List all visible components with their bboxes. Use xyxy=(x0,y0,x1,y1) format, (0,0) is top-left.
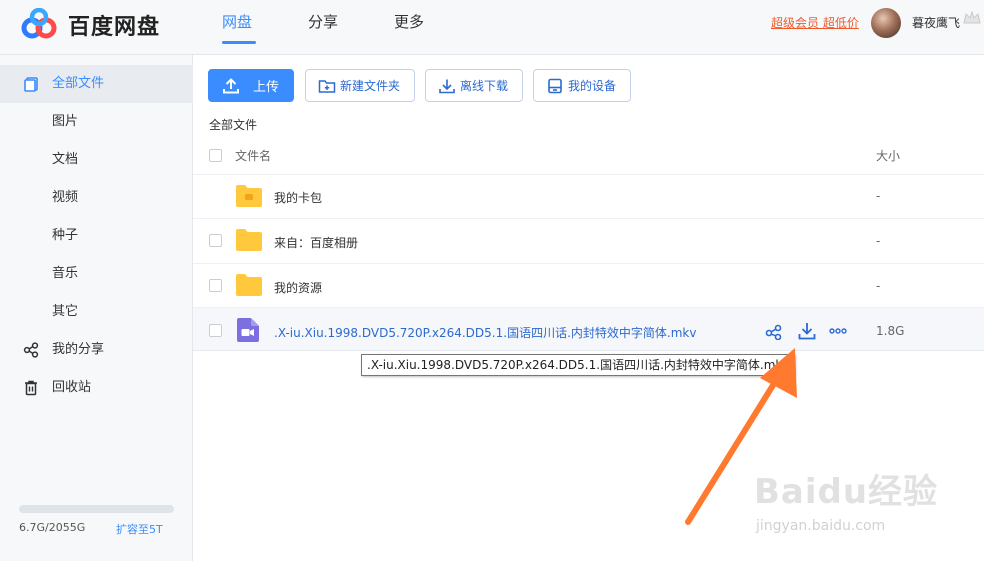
baidu-cloud-logo-icon xyxy=(21,8,57,39)
folder-icon xyxy=(236,274,262,296)
file-size: - xyxy=(876,189,881,203)
sidebar-item-label: 文档 xyxy=(52,152,79,167)
share-icon xyxy=(23,342,39,358)
file-name-video[interactable]: .X-iu.Xiu.1998.DVD5.720P.x264.DD5.1.国语四川… xyxy=(274,324,696,341)
watermark-url: jingyan.baidu.com xyxy=(756,518,886,534)
file-name[interactable]: 来自：百度相册 xyxy=(274,234,358,251)
sidebar-item-videos[interactable]: 视频 xyxy=(0,179,193,217)
crown-icon xyxy=(963,10,981,24)
baidu-jingyan-watermark: Baidu经验 jingyan.baidu.com xyxy=(754,458,964,558)
sidebar-item-images[interactable]: 图片 xyxy=(0,103,193,141)
files-icon xyxy=(24,77,38,92)
expand-storage-link[interactable]: 扩容至5T xyxy=(116,521,163,537)
my-devices-label: 我的设备 xyxy=(568,79,617,93)
top-nav: 网盘 分享 更多 xyxy=(222,0,480,55)
card-folder-icon xyxy=(236,185,262,207)
file-name[interactable]: 我的卡包 xyxy=(274,189,322,206)
logo[interactable]: 百度网盘 xyxy=(18,8,160,42)
sidebar-item-other[interactable]: 其它 xyxy=(0,293,193,331)
breadcrumb[interactable]: 全部文件 xyxy=(209,116,257,133)
upload-button[interactable]: 上传 xyxy=(208,69,294,102)
sidebar-item-music[interactable]: 音乐 xyxy=(0,255,193,293)
column-header-name[interactable]: 文件名 xyxy=(235,147,271,164)
sidebar-item-label: 音乐 xyxy=(52,266,79,281)
sidebar-item-label: 视频 xyxy=(52,190,79,205)
username[interactable]: 暮夜鹰飞 xyxy=(912,14,960,31)
offline-download-label: 离线下载 xyxy=(460,79,509,93)
row-checkbox[interactable] xyxy=(209,279,222,292)
sidebar-item-my-shares[interactable]: 我的分享 xyxy=(0,331,193,369)
upload-label: 上传 xyxy=(253,80,280,95)
watermark-brand: Baidu经验 xyxy=(754,472,939,512)
top-bar: 百度网盘 网盘 分享 更多 超级会员 超低价 暮夜鹰飞 xyxy=(0,0,984,55)
sidebar-item-label: 其它 xyxy=(52,304,79,319)
sidebar-item-torrents[interactable]: 种子 xyxy=(0,217,193,255)
sidebar-item-label: 全部文件 xyxy=(52,76,105,91)
storage-quota-bar xyxy=(19,505,174,513)
storage-quota-text: 6.7G/2055G xyxy=(19,521,86,534)
file-size: - xyxy=(876,234,881,248)
file-size: 1.8G xyxy=(876,324,905,338)
sidebar: 全部文件 图片 文档 视频 种子 音乐 其它 我的分享 回收站 6.7G/205… xyxy=(0,55,193,561)
more-icon[interactable] xyxy=(829,327,847,335)
download-icon xyxy=(439,79,455,93)
sidebar-item-docs[interactable]: 文档 xyxy=(0,141,193,179)
new-folder-icon xyxy=(318,79,336,93)
upload-icon xyxy=(223,77,239,93)
file-size: - xyxy=(876,279,881,293)
new-folder-label: 新建文件夹 xyxy=(340,79,401,93)
sidebar-item-label: 回收站 xyxy=(52,380,92,395)
sidebar-item-label: 我的分享 xyxy=(52,342,105,357)
nav-tab-more[interactable]: 更多 xyxy=(394,0,480,55)
trash-icon xyxy=(25,380,37,396)
row-checkbox[interactable] xyxy=(209,324,222,337)
sidebar-item-label: 种子 xyxy=(52,228,79,243)
sidebar-item-all-files[interactable]: 全部文件 xyxy=(0,65,193,103)
sidebar-item-recycle-bin[interactable]: 回收站 xyxy=(0,369,193,407)
download-icon[interactable] xyxy=(797,321,817,341)
device-icon xyxy=(548,78,562,93)
avatar[interactable] xyxy=(871,8,901,38)
vip-promo-link[interactable]: 超级会员 超低价 xyxy=(771,14,859,31)
nav-tab-netdisk[interactable]: 网盘 xyxy=(222,0,308,55)
row-checkbox[interactable] xyxy=(209,234,222,247)
share-icon[interactable] xyxy=(765,324,783,340)
nav-tab-share[interactable]: 分享 xyxy=(308,0,394,55)
folder-icon xyxy=(236,229,262,251)
select-all-checkbox[interactable] xyxy=(209,149,222,162)
column-header-size[interactable]: 大小 xyxy=(876,147,900,164)
file-name[interactable]: 我的资源 xyxy=(274,279,322,296)
my-devices-button[interactable]: 我的设备 xyxy=(533,69,631,102)
sidebar-item-label: 图片 xyxy=(52,114,79,129)
new-folder-button[interactable]: 新建文件夹 xyxy=(305,69,415,102)
video-file-icon xyxy=(237,318,259,342)
offline-download-button[interactable]: 离线下载 xyxy=(425,69,523,102)
logo-text: 百度网盘 xyxy=(68,15,161,40)
